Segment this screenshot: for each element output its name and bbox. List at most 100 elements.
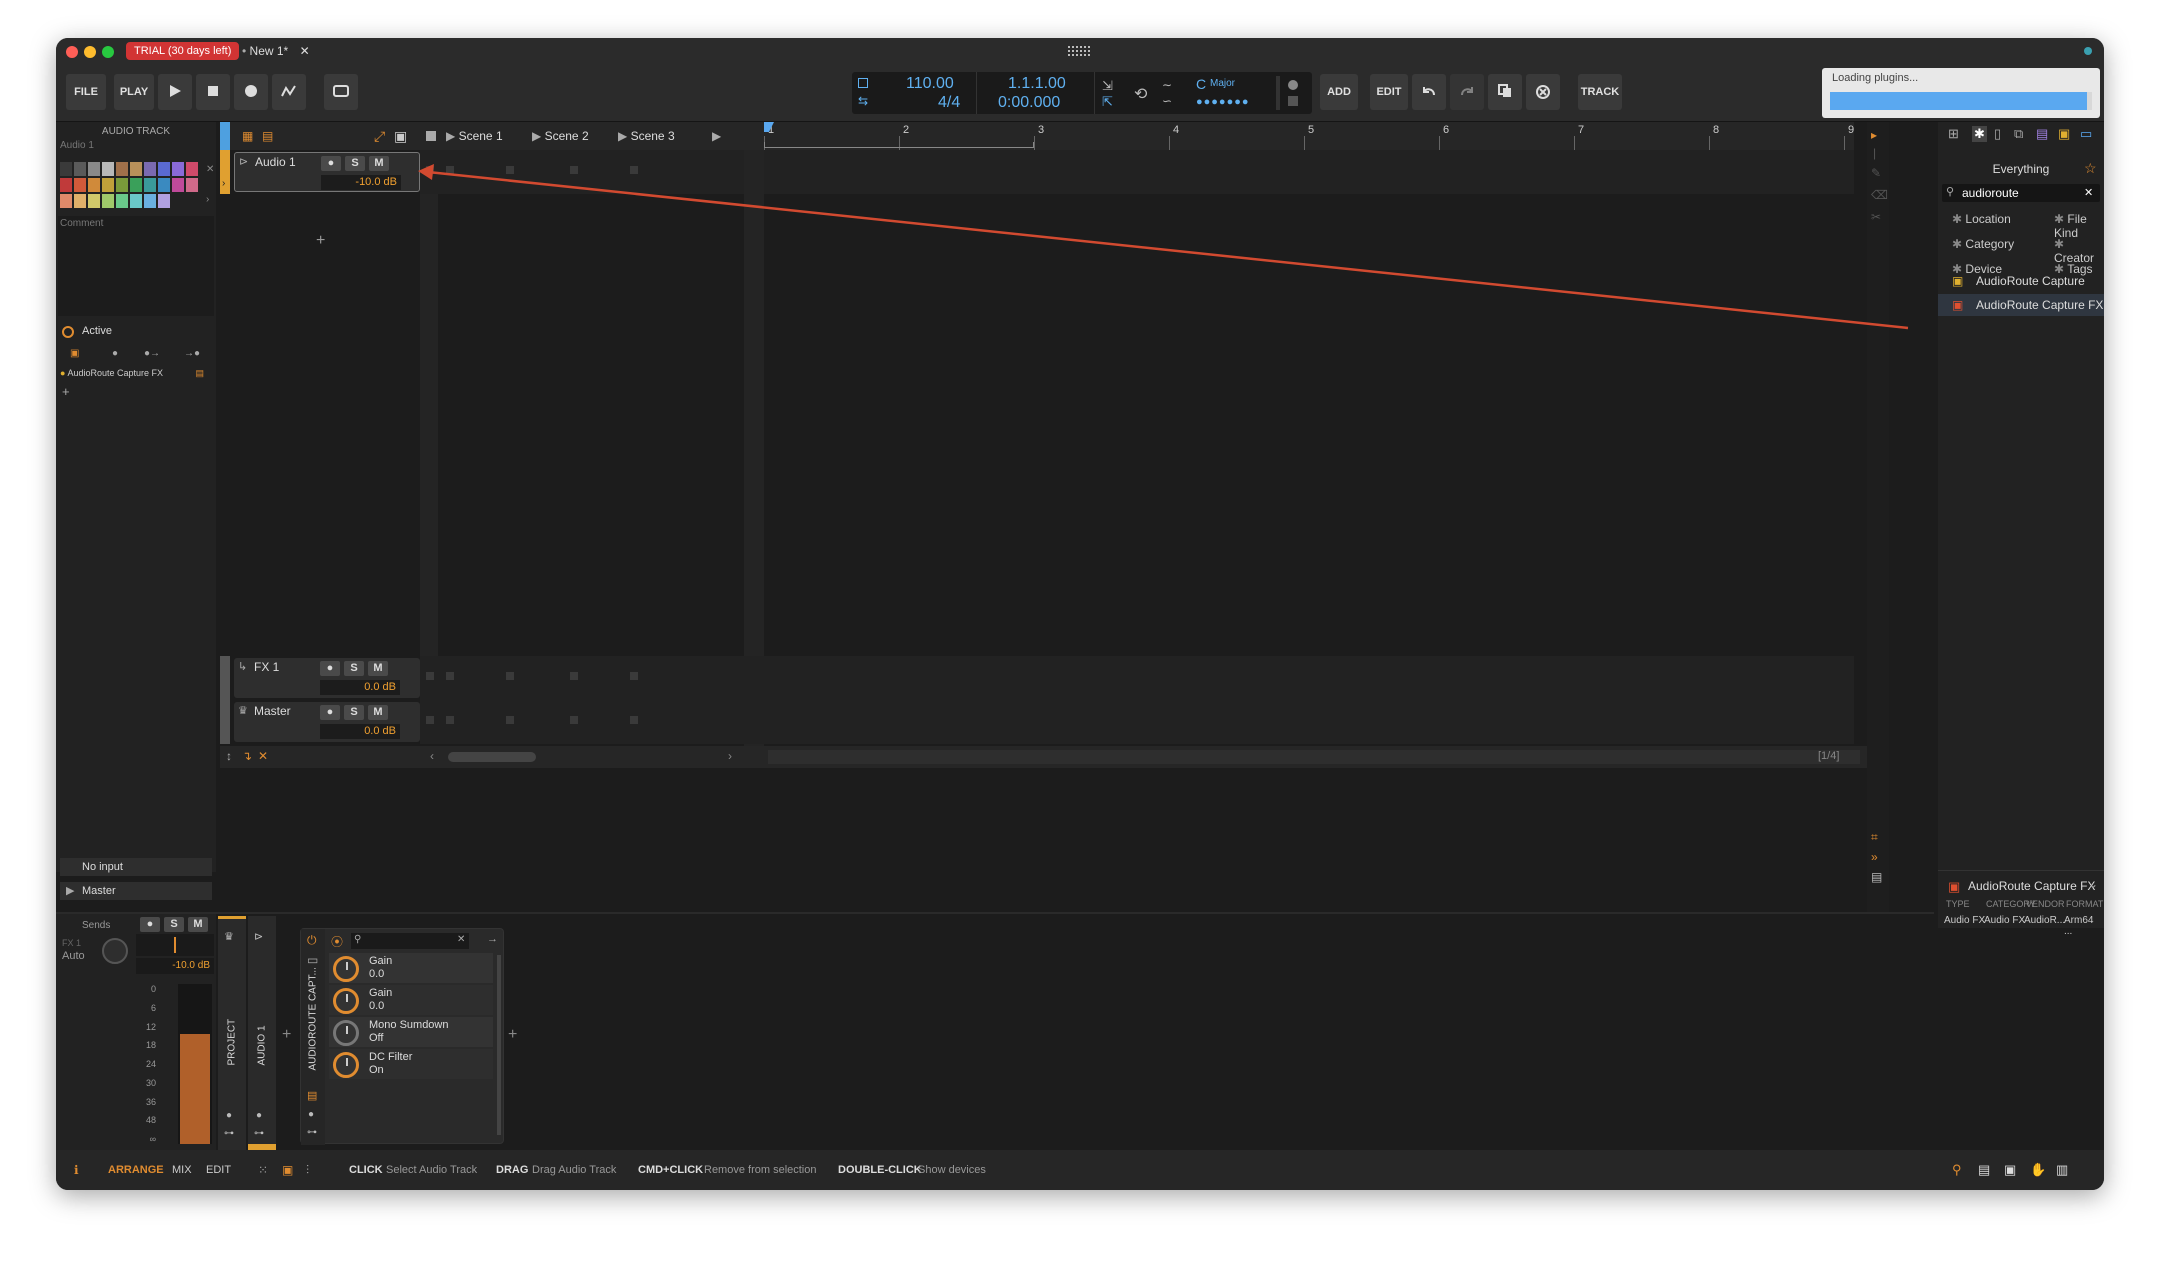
delete-button[interactable] (1526, 74, 1560, 110)
track-volume[interactable]: -10.0 dB (321, 175, 401, 190)
punch-in-icon[interactable]: ⇲ (1102, 78, 1113, 94)
stop-button[interactable] (196, 74, 230, 110)
inspector-toggle-icon[interactable]: ▣ (282, 1150, 293, 1190)
scene-scrollbar[interactable] (448, 752, 536, 762)
browser-filter[interactable]: ✱ File Kind (2054, 212, 2104, 240)
scroll-right-icon[interactable]: › (728, 749, 732, 763)
loop-icon[interactable]: ⟲ (1134, 84, 1147, 104)
add-button[interactable]: ADD (1320, 74, 1358, 110)
color-swatch[interactable] (130, 162, 142, 176)
expand-icon[interactable]: ⤢ (374, 128, 385, 145)
preset-tab-icon[interactable]: ⧉ (2014, 126, 2023, 142)
mode-arrange[interactable]: ARRANGE (108, 1150, 164, 1190)
color-swatch[interactable] (102, 194, 114, 208)
timeline-ruler[interactable]: 123456789 (764, 122, 1854, 150)
arm-button[interactable]: ● (320, 705, 340, 720)
color-swatch[interactable] (116, 162, 128, 176)
color-swatch[interactable] (186, 162, 198, 176)
track-audio-1[interactable]: › ⊳ Audio 1 ● S M -10.0 dB (220, 150, 420, 194)
mode-mix[interactable]: MIX (172, 1150, 192, 1190)
fill-icon[interactable]: ∼ (1162, 78, 1172, 92)
arranger-icon[interactable]: ▤ (262, 129, 273, 143)
color-swatch[interactable] (116, 178, 128, 192)
search-input[interactable]: audioroute (1962, 186, 2019, 200)
punch-out-icon[interactable]: ⇱ (1102, 94, 1113, 110)
info-collapse-icon[interactable]: ⌄ (2088, 877, 2098, 891)
master-lane[interactable] (420, 700, 1854, 744)
save-status-icon[interactable]: ▣ (2004, 1150, 2016, 1190)
list-view-icon[interactable]: ▤ (1871, 870, 1882, 884)
device-param[interactable]: DC Filter On (329, 1049, 493, 1079)
timeline-scrollbar[interactable] (768, 750, 1860, 764)
browser-category[interactable]: Everything (1938, 162, 2104, 176)
track-name[interactable]: Master (254, 704, 291, 718)
clear-search-icon[interactable]: ✕ (2084, 186, 2093, 199)
power-icon[interactable] (62, 326, 74, 338)
pencil-tool-icon[interactable]: ✎ (1871, 166, 1881, 180)
project-info-icon[interactable]: ● (226, 1110, 232, 1121)
color-swatch[interactable] (172, 178, 184, 192)
mixer-volume[interactable]: -10.0 dB (136, 958, 214, 974)
device-window-icon[interactable]: ▤ (195, 368, 204, 379)
color-swatch[interactable] (88, 162, 100, 176)
follow-icon[interactable]: » (1871, 850, 1878, 864)
monitor-tab-icon[interactable]: ▭ (2080, 126, 2092, 142)
color-swatch[interactable] (130, 178, 142, 192)
track-button[interactable]: TRACK (1578, 74, 1622, 110)
user-tab-icon[interactable]: ▣ (2058, 126, 2070, 142)
collapse-icon[interactable]: ↴ (242, 749, 252, 763)
send-knob[interactable] (102, 938, 128, 964)
track-link-icon[interactable]: ⊶ (254, 1128, 264, 1139)
inspector-track-name[interactable]: Audio 1 (60, 140, 94, 151)
add-device-button[interactable]: + (62, 384, 70, 399)
pointer-tool-icon[interactable]: ▸ (1871, 128, 1877, 142)
project-link-icon[interactable]: ⊶ (224, 1128, 234, 1139)
color-swatch[interactable] (144, 162, 156, 176)
track-name[interactable]: Audio 1 (255, 155, 296, 169)
device-audioroute-capture-fx[interactable]: ⏻ ▭ AUDIOROUTE CAPT... ▤ ● ⊶ ⦿ ⚲ ✕ → Gai… (300, 928, 504, 1145)
param-search-clear-icon[interactable]: ✕ (457, 934, 465, 945)
play-menu-button[interactable]: PLAY (114, 74, 154, 110)
fx-1-lane[interactable] (420, 656, 1854, 700)
track-expand-icon[interactable]: › (222, 178, 225, 189)
mixer-solo-button[interactable]: S (164, 917, 184, 932)
position-bars[interactable]: 1.1.1.00 (1008, 75, 1066, 93)
snap-icon[interactable]: ⌗ (1871, 830, 1878, 845)
clear-icon[interactable]: ✕ (258, 749, 268, 763)
param-search-input[interactable]: ⚲ ✕ (351, 933, 469, 949)
file-status-icon[interactable]: ▤ (1978, 1150, 1990, 1190)
device-param[interactable]: Gain 0.0 (329, 985, 493, 1015)
zoom-window-button[interactable] (102, 46, 114, 58)
device-tab-icon[interactable]: ▯ (1994, 126, 2001, 142)
browser-filter[interactable]: ✱ Creator (2054, 237, 2104, 265)
favorite-star-icon[interactable]: ☆ (2084, 160, 2097, 177)
erase-tool-icon[interactable]: ⌫ (1871, 188, 1888, 202)
color-swatch[interactable] (74, 162, 86, 176)
everything-tab-icon[interactable]: ✱ (1972, 126, 1987, 142)
device-param[interactable]: Mono Sumdown Off (329, 1017, 493, 1047)
color-swatch[interactable] (186, 178, 198, 192)
param-knob[interactable] (333, 1052, 359, 1078)
groove-button[interactable] (324, 74, 358, 110)
solo-button[interactable]: S (344, 705, 364, 720)
clip-launcher-icon[interactable]: ▦ (242, 129, 253, 143)
level-meter[interactable] (178, 984, 212, 1144)
automation-button[interactable] (272, 74, 306, 110)
time-tool-icon[interactable]: | (1873, 146, 1876, 160)
param-knob[interactable] (333, 956, 359, 982)
add-track-button[interactable]: + (316, 232, 325, 250)
play-button[interactable] (158, 74, 192, 110)
crossfade-icon[interactable]: ∽ (1162, 94, 1172, 108)
minimize-window-button[interactable] (84, 46, 96, 58)
param-knob[interactable] (333, 988, 359, 1014)
browser-result[interactable]: ▣ AudioRoute Capture FX (1938, 294, 2104, 316)
color-swatch[interactable] (172, 162, 184, 176)
expand-palette-icon[interactable]: › (206, 194, 209, 205)
color-swatch[interactable] (74, 194, 86, 208)
track-fx-1[interactable]: ↳ FX 1 ● S M 0.0 dB (220, 656, 420, 700)
param-scrollbar[interactable] (497, 955, 501, 1135)
hand-status-icon[interactable]: ✋ (2030, 1150, 2046, 1190)
color-swatch[interactable] (158, 178, 170, 192)
browser-result[interactable]: ▣ AudioRoute Capture (1938, 270, 2104, 292)
output-select[interactable]: ▶ Master (60, 882, 212, 900)
